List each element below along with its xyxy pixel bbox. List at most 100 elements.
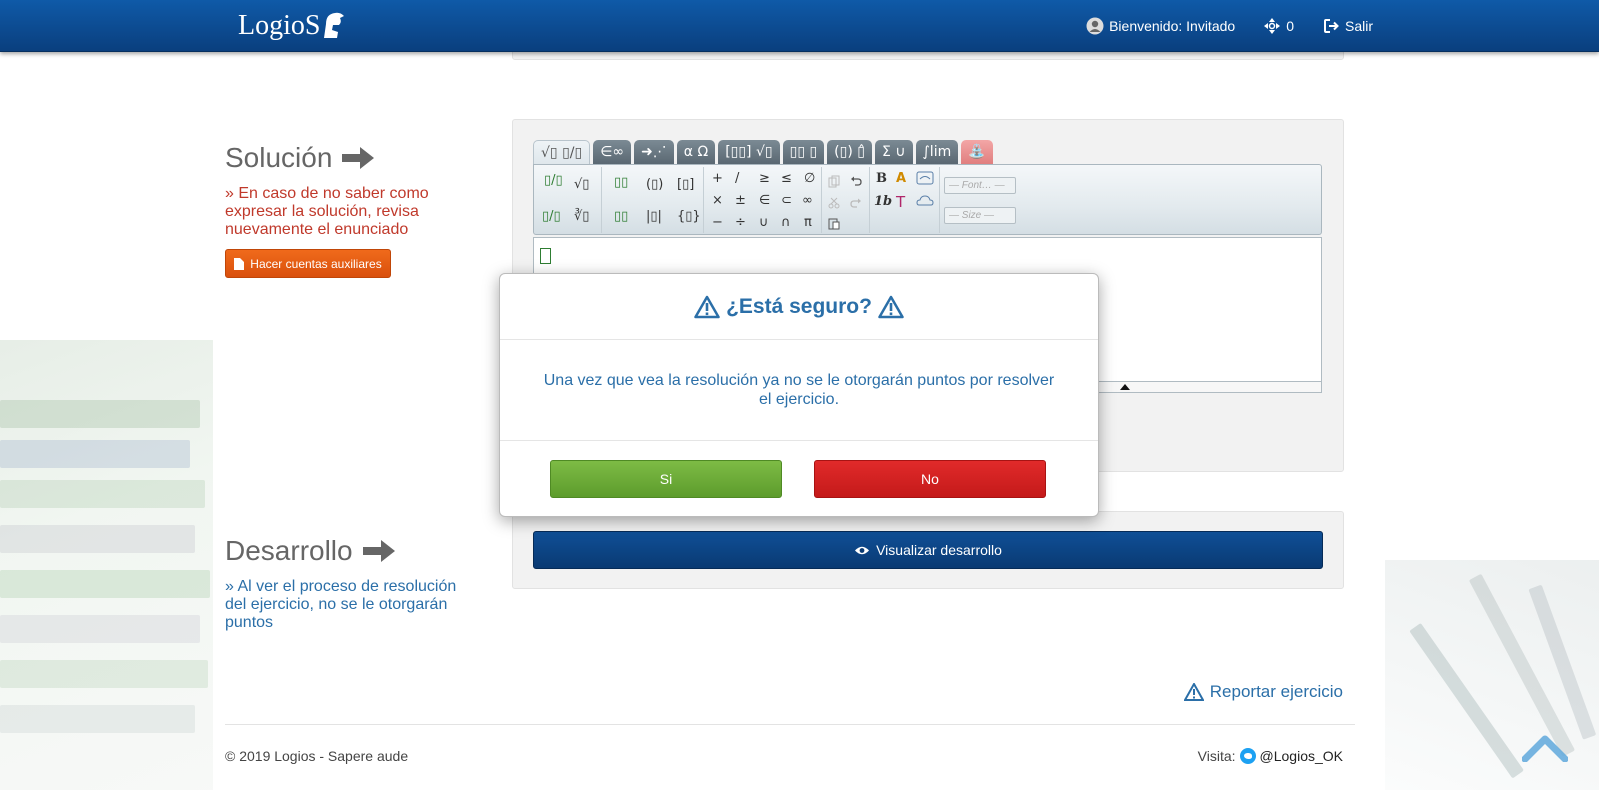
view-development-button[interactable]: Visualizar desarrollo bbox=[533, 531, 1323, 569]
report-label: Reportar ejercicio bbox=[1209, 682, 1343, 701]
italic-button[interactable]: 1b bbox=[874, 194, 892, 209]
toolbar-group-fractions: ▯/▯ √▯ ▯/▯ ∛▯ bbox=[534, 167, 602, 233]
cut-icon[interactable] bbox=[828, 197, 840, 209]
desarrollo-title: Desarrollo bbox=[225, 535, 395, 567]
leq-button[interactable]: ≤ bbox=[781, 171, 792, 186]
divide-button[interactable]: ÷ bbox=[735, 215, 746, 230]
text-mode-button[interactable]: T bbox=[896, 193, 905, 211]
visit-label: Visita: bbox=[1197, 748, 1236, 764]
arrow-right-icon bbox=[362, 540, 395, 562]
inline-fraction-button[interactable]: ▯/▯ bbox=[542, 209, 561, 224]
geq-button[interactable]: ≥ bbox=[759, 171, 770, 186]
scroll-to-top-icon[interactable] bbox=[1522, 732, 1568, 762]
modal-body: Una vez que vea la resolución ya no se l… bbox=[500, 340, 1098, 441]
editor-tab-matrix[interactable]: [▯▯] √▯ bbox=[718, 140, 780, 164]
union-button[interactable]: ∪ bbox=[759, 215, 769, 230]
editor-tab-scripts[interactable]: ▯▯ ▯ bbox=[782, 140, 825, 164]
logout-link[interactable]: Salir bbox=[1322, 17, 1373, 35]
minus-button[interactable]: − bbox=[712, 215, 723, 230]
superscript-button[interactable]: ▯▯ bbox=[614, 175, 628, 190]
copyright-text: © 2019 Logios - Sapere aude bbox=[225, 748, 409, 764]
times-button[interactable]: × bbox=[712, 193, 723, 208]
solucion-title: Solución bbox=[225, 142, 375, 174]
confirm-no-button[interactable]: No bbox=[814, 460, 1046, 498]
desarrollo-note: » Al ver el proceso de resolución del ej… bbox=[225, 578, 457, 631]
emptyset-button[interactable]: ∅ bbox=[804, 171, 815, 186]
solucion-note: » En caso de no saber como expresar la s… bbox=[225, 185, 429, 238]
twitter-handle-link[interactable]: @Logios_OK bbox=[1260, 748, 1343, 764]
plusminus-button[interactable]: ± bbox=[735, 193, 746, 208]
eye-icon bbox=[855, 546, 870, 554]
background-books-decoration bbox=[0, 340, 214, 790]
toolbar-group-brackets: ▯▯ (▯) [▯] ▯▯ |▯| {▯} bbox=[602, 167, 704, 233]
intersection-button[interactable]: ∩ bbox=[781, 215, 791, 230]
brackets-button[interactable]: [▯] bbox=[677, 177, 694, 192]
logout-label: Salir bbox=[1344, 18, 1373, 34]
pi-button[interactable]: π bbox=[804, 215, 812, 230]
confirm-yes-button[interactable]: Si bbox=[550, 460, 782, 498]
modal-message: Una vez que vea la resolución ya no se l… bbox=[543, 372, 1055, 408]
editor-tab-accents[interactable]: (▯) ▯̂ bbox=[827, 140, 872, 164]
modal-title: ¿Está seguro? bbox=[726, 294, 872, 318]
cloud-icon[interactable] bbox=[916, 194, 934, 208]
crosshair-icon bbox=[1264, 18, 1281, 34]
points-indicator[interactable]: 0 bbox=[1263, 17, 1294, 35]
user-welcome[interactable]: Bienvenido: Invitado bbox=[1086, 17, 1235, 35]
redo-icon[interactable] bbox=[850, 197, 862, 209]
subset-button[interactable]: ⊂ bbox=[781, 193, 792, 208]
abs-button[interactable]: |▯| bbox=[646, 209, 662, 224]
desarrollo-panel: Visualizar desarrollo bbox=[512, 511, 1344, 589]
desarrollo-title-text: Desarrollo bbox=[225, 535, 353, 566]
editor-tab-roots[interactable]: √▯ ▯/▯ bbox=[533, 140, 591, 164]
editor-tab-special[interactable]: ⛲ bbox=[961, 140, 993, 164]
color-button[interactable]: A bbox=[896, 171, 906, 186]
warning-icon bbox=[694, 295, 720, 318]
editor-toolbar: ▯/▯ √▯ ▯/▯ ∛▯ ▯▯ (▯) [▯] ▯▯ |▯| {▯} + / … bbox=[533, 164, 1322, 235]
special-format-icon[interactable] bbox=[916, 171, 934, 185]
editor-tabs: √▯ ▯/▯ ∈∞ ➜⋰ α Ω [▯▯] √▯ ▯▯ ▯ (▯) ▯̂ Σ ∪… bbox=[533, 140, 993, 164]
twitter-icon bbox=[1239, 748, 1256, 764]
top-navbar: LogioS Bienvenido: Invitado 0 Salir bbox=[0, 0, 1599, 52]
editor-tab-sets[interactable]: ∈∞ bbox=[593, 140, 632, 164]
welcome-text: Bienvenido: Invitado bbox=[1109, 18, 1236, 34]
view-development-label: Visualizar desarrollo bbox=[876, 542, 1002, 558]
sqrt-button[interactable]: √▯ bbox=[574, 177, 589, 192]
plus-button[interactable]: + bbox=[712, 171, 723, 186]
editor-tab-sums[interactable]: Σ ∪ bbox=[874, 140, 913, 164]
modal-footer: Si No bbox=[500, 441, 1098, 517]
infinity-button[interactable]: ∞ bbox=[802, 193, 813, 208]
editor-tab-greek[interactable]: α Ω bbox=[676, 140, 716, 164]
editor-tab-arrows[interactable]: ➜⋰ bbox=[634, 140, 674, 164]
toolbar-group-edit bbox=[822, 167, 870, 233]
confirm-modal: ¿Está seguro? Una vez que vea la resoluc… bbox=[499, 273, 1099, 517]
undo-icon[interactable] bbox=[850, 175, 862, 187]
logo[interactable]: LogioS bbox=[238, 10, 320, 42]
paste-icon[interactable] bbox=[828, 217, 840, 230]
points-count: 0 bbox=[1286, 18, 1294, 34]
warning-icon bbox=[878, 295, 904, 318]
auxiliary-calculations-button[interactable]: Hacer cuentas auxiliares bbox=[225, 249, 391, 278]
arrow-right-icon bbox=[342, 147, 375, 169]
footer-divider bbox=[225, 724, 1355, 725]
font-select[interactable]: — Font… — bbox=[944, 177, 1016, 194]
parentheses-button[interactable]: (▯) bbox=[646, 177, 663, 192]
logout-icon bbox=[1323, 19, 1339, 33]
editor-cursor-placeholder bbox=[540, 248, 551, 264]
slash-button[interactable]: / bbox=[735, 171, 739, 186]
braces-button[interactable]: {▯} bbox=[677, 209, 701, 224]
element-of-button[interactable]: ∈ bbox=[759, 193, 770, 208]
subscript-button[interactable]: ▯▯ bbox=[614, 209, 628, 224]
size-select[interactable]: — Size — bbox=[944, 207, 1016, 224]
toolbar-group-format: B A 1b T bbox=[870, 167, 940, 233]
auxiliary-button-label: Hacer cuentas auxiliares bbox=[250, 256, 382, 271]
fraction-button[interactable]: ▯/▯ bbox=[544, 173, 563, 188]
editor-tab-calculus[interactable]: ∫lim bbox=[915, 140, 959, 164]
caret-up-icon[interactable] bbox=[1120, 384, 1130, 390]
nth-root-button[interactable]: ∛▯ bbox=[574, 209, 589, 224]
toolbar-group-operators: + / ≥ ≤ ∅ × ± ∈ ⊂ ∞ − ÷ ∪ ∩ π bbox=[704, 167, 822, 233]
copy-icon[interactable] bbox=[828, 175, 840, 188]
bold-button[interactable]: B bbox=[876, 171, 887, 186]
solucion-title-text: Solución bbox=[225, 142, 333, 173]
report-exercise-link[interactable]: Reportar ejercicio bbox=[1183, 682, 1343, 702]
helmet-logo-icon bbox=[324, 12, 344, 39]
